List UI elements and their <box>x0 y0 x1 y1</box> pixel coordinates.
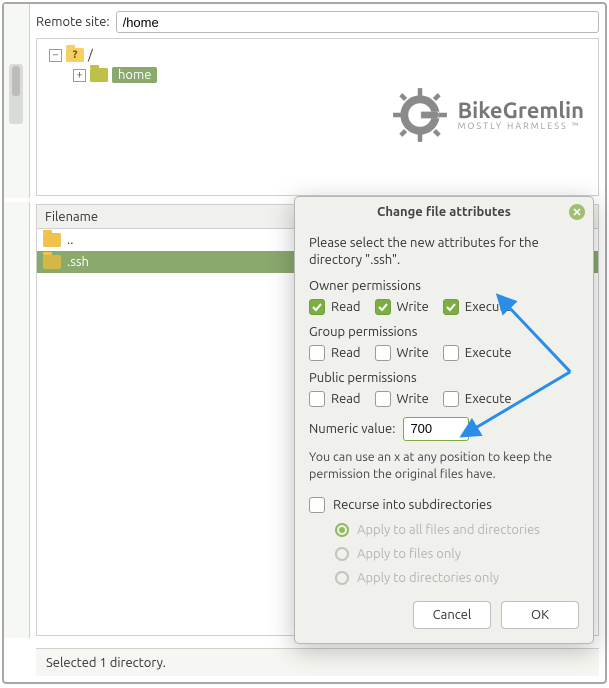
gear-icon <box>392 87 448 143</box>
scrollbar-stub[interactable] <box>9 64 23 124</box>
numeric-hint: You can use an x at any position to keep… <box>309 449 579 483</box>
radio-apply-files[interactable] <box>335 547 349 561</box>
watermark-logo: BikeGremlin MOSTLY HARMLESS ™ <box>392 87 584 143</box>
folder-icon <box>43 233 61 247</box>
owner-execute-checkbox[interactable] <box>443 299 459 315</box>
group-write-checkbox[interactable] <box>375 345 391 361</box>
file-name: .ssh <box>67 255 89 269</box>
remote-site-label: Remote site: <box>36 15 110 29</box>
radio-apply-dirs[interactable] <box>335 571 349 585</box>
tree-expander-home[interactable]: + <box>73 69 86 82</box>
public-perms-title: Public permissions <box>309 371 579 385</box>
tree-node-home[interactable]: home <box>112 67 157 83</box>
tree-expander-root[interactable]: − <box>49 49 62 62</box>
group-perms-title: Group permissions <box>309 325 579 339</box>
left-gutter-top <box>4 4 30 198</box>
logo-brand: BikeGremlin <box>458 100 584 122</box>
numeric-value-input[interactable] <box>403 417 469 441</box>
folder-icon <box>43 255 61 269</box>
recurse-checkbox[interactable] <box>309 497 325 513</box>
radio-apply-all[interactable] <box>335 523 349 537</box>
group-execute-checkbox[interactable] <box>443 345 459 361</box>
file-name: .. <box>67 233 73 247</box>
dialog-title: Change file attributes <box>377 205 511 219</box>
numeric-label: Numeric value: <box>309 422 395 436</box>
tree-root-label[interactable]: / <box>88 48 93 62</box>
change-attributes-dialog: Change file attributes ✕ Please select t… <box>294 196 594 644</box>
public-write-checkbox[interactable] <box>375 391 391 407</box>
folder-icon <box>90 68 108 82</box>
close-icon[interactable]: ✕ <box>569 204 585 220</box>
ok-button[interactable]: OK <box>501 601 579 629</box>
owner-read-checkbox[interactable] <box>309 299 325 315</box>
recurse-label: Recurse into subdirectories <box>333 498 492 512</box>
public-execute-checkbox[interactable] <box>443 391 459 407</box>
left-gutter-bottom <box>4 202 30 638</box>
recurse-options: Apply to all files and directories Apply… <box>309 523 579 585</box>
logo-tagline: MOSTLY HARMLESS ™ <box>458 122 584 131</box>
owner-write-checkbox[interactable] <box>375 299 391 315</box>
remote-site-input[interactable] <box>116 11 599 33</box>
group-read-checkbox[interactable] <box>309 345 325 361</box>
remote-tree[interactable]: − ? / + home <box>36 38 599 196</box>
status-bar: Selected 1 directory. <box>36 648 599 676</box>
dialog-intro: Please select the new attributes for the… <box>309 235 579 269</box>
public-read-checkbox[interactable] <box>309 391 325 407</box>
unknown-folder-icon: ? <box>66 48 84 62</box>
owner-perms-title: Owner permissions <box>309 279 579 293</box>
cancel-button[interactable]: Cancel <box>413 601 491 629</box>
